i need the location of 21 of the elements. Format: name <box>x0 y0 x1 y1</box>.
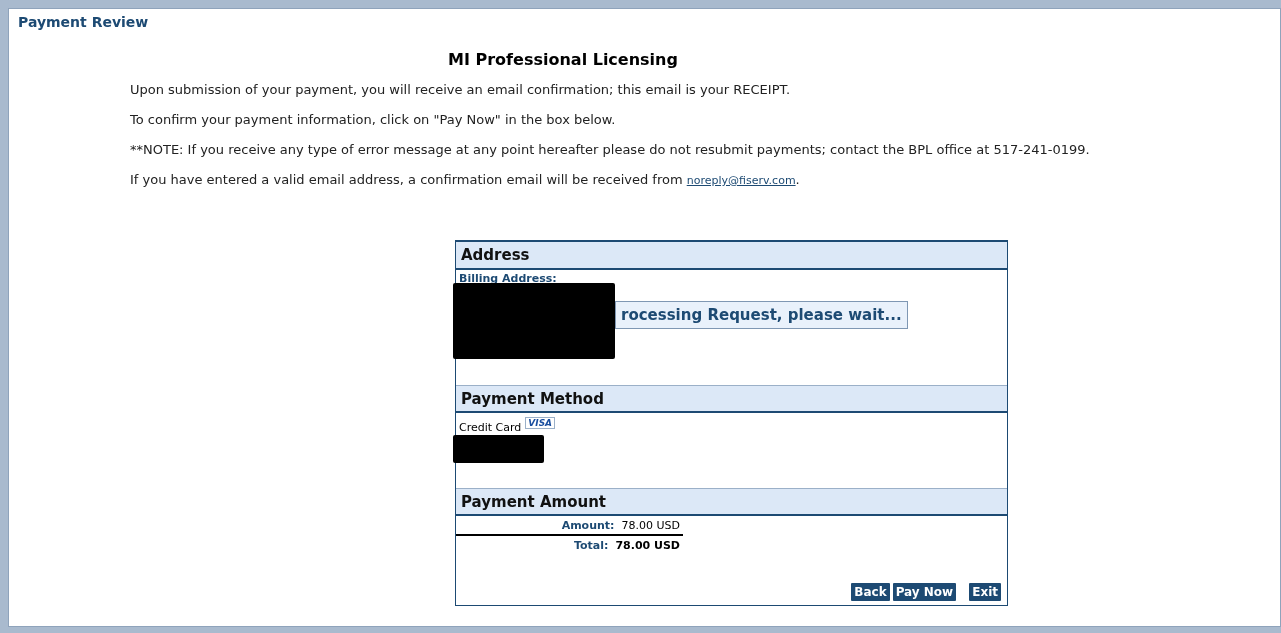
action-button[interactable]: Exit <box>969 583 1001 601</box>
info-text: To confirm your payment information, click on "Pay Now" in the box below. <box>130 111 617 129</box>
amount-label: Amount: <box>561 519 615 532</box>
info-text: Upon submission of your payment, you will receive an email confirmation; this email is your RECEIPT. <box>130 81 792 99</box>
section-header: Payment Method <box>456 385 1007 413</box>
email-link[interactable]: noreply@fiserv.com <box>686 174 796 187</box>
heading: MI Professional Licensing <box>447 50 679 69</box>
card-type: Credit Card <box>459 421 522 434</box>
info-text: **NOTE: If you receive any type of error message at any point hereafter please do not resubmit payments; contact the BPL office at 517-241-0199. <box>130 141 1091 159</box>
section-header: Address <box>456 242 1007 270</box>
card-logo: VISA <box>525 417 556 429</box>
action-button[interactable]: Back <box>851 583 890 601</box>
amount-value: 78.00 USD <box>621 519 680 532</box>
amount-value: 78.00 USD <box>615 539 680 552</box>
page-title: Payment Review <box>17 13 150 30</box>
info-text: If you have entered a valid email address, a confirmation email will be received from noreply@fiserv.com. <box>130 171 801 189</box>
action-button[interactable]: Pay Now <box>892 583 957 601</box>
field-label: Billing Address: <box>459 272 558 285</box>
section-header: Payment Amount <box>456 488 1007 516</box>
amount-label: Total: <box>573 539 609 552</box>
loading-message: rocessing Request, please wait... <box>615 301 908 329</box>
